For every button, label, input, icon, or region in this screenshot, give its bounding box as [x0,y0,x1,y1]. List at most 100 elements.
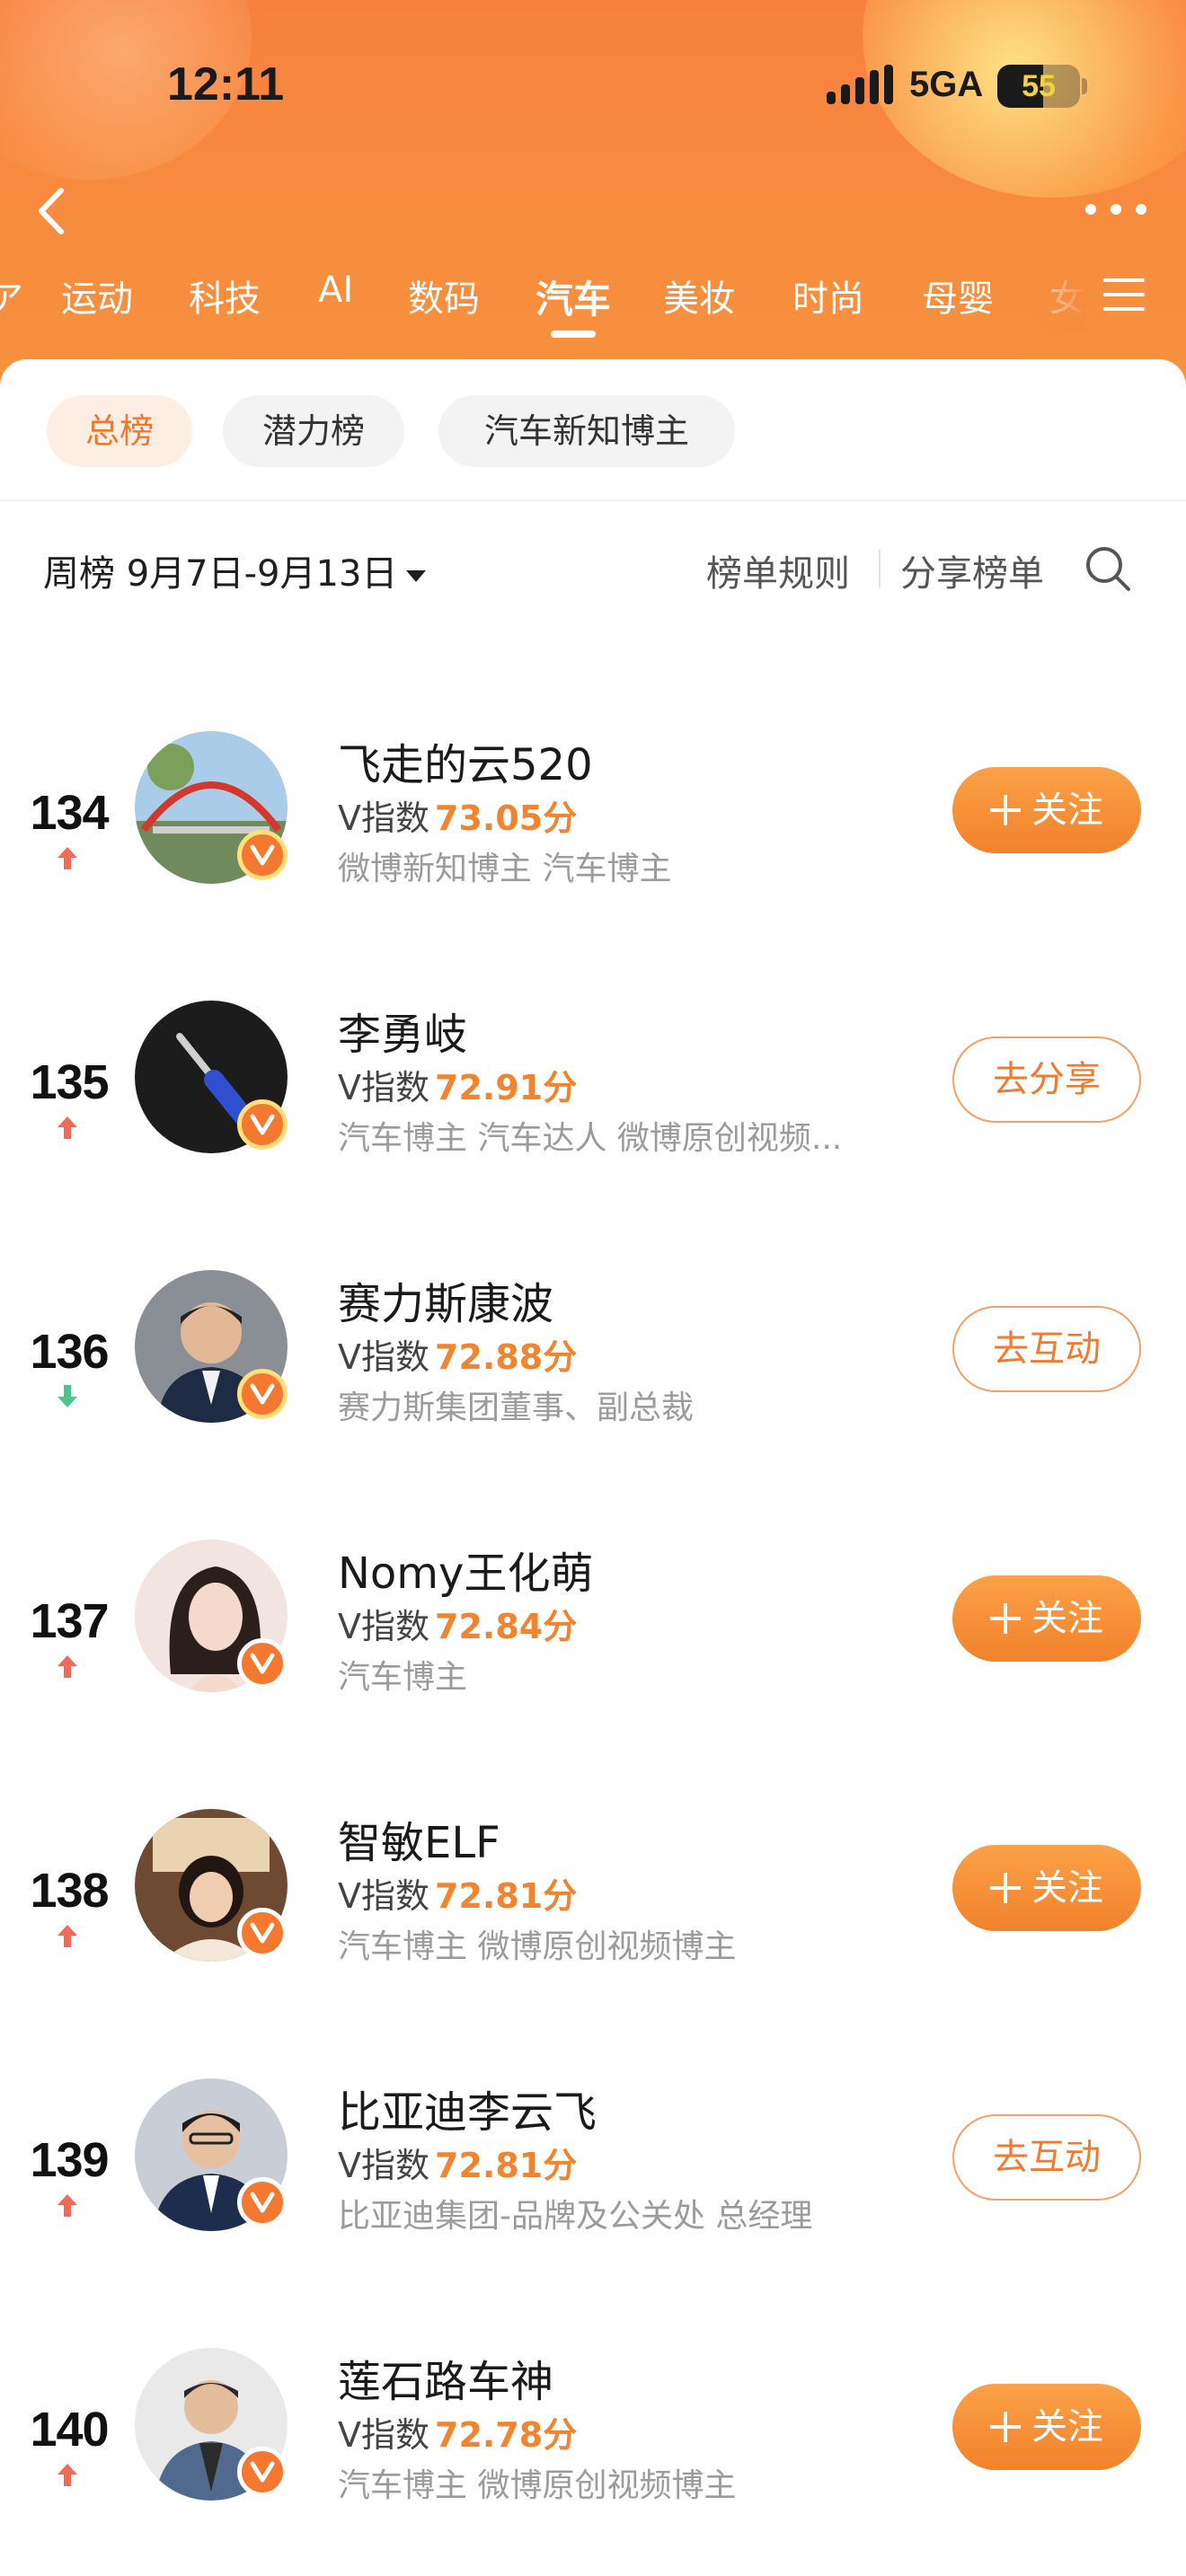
plus-icon [990,1603,1021,1634]
tab-beauty[interactable]: 美妆 [663,269,735,323]
divider [0,499,1186,501]
interact-button[interactable]: 去互动 [952,1306,1141,1392]
rank-number: 140 [30,2403,109,2457]
v-index-score: 72.81分 [435,2146,578,2185]
blogger-name[interactable]: 飞走的云520 [338,729,593,792]
share-button[interactable]: 去分享 [952,1037,1141,1123]
follow-button-label: 关注 [1031,790,1103,831]
network-label: 5GA [909,65,984,104]
verified-v-badge-icon [237,1369,288,1419]
tab-tech[interactable]: 科技 [189,269,261,323]
follow-button-label: 关注 [1031,2406,1103,2448]
blogger-tags: 汽车博主 汽车达人 微博原创视频... [338,1120,843,1157]
rules-link[interactable]: 榜单规则 [706,544,850,596]
plus-icon [990,1873,1021,1903]
ranking-row[interactable]: 140 莲石路车神 V指数 72.78分 汽车博主 微博原创视频博主 关注 [0,2348,1186,2527]
ranking-row[interactable]: 136 赛力斯康波 V指数 72.88分 赛力斯集团董事、副总裁 去互动 [0,1270,1186,1450]
period-label: 周榜 9月7日-9月13日 [43,553,398,595]
blogger-name[interactable]: 赛力斯康波 [338,1268,553,1331]
verified-v-badge-icon [237,1099,288,1150]
arrow-up-icon [58,1116,77,1139]
status-time: 12:11 [167,58,285,110]
verified-v-badge-icon [237,2177,288,2228]
hamburger-menu-icon[interactable] [1103,277,1145,313]
caret-down-icon [406,569,427,582]
divider [879,550,881,587]
ranking-row[interactable]: 139 比亚迪李云飞 V指数 72.81分 比亚迪集团-品牌及公关处 总经理 去互… [0,2078,1186,2258]
v-index-score: 72.84分 [435,1607,578,1646]
v-index-score: 72.81分 [435,1876,578,1916]
blogger-tags: 汽车博主 微博原创视频博主 [338,1928,737,1965]
v-index-label: V指数 [338,1068,429,1107]
arrow-up-icon [58,2194,77,2217]
verified-v-badge-icon [237,1638,288,1689]
blogger-name[interactable]: 智敏ELF [338,1807,500,1870]
blogger-tags: 赛力斯集团董事、副总裁 [338,1389,695,1426]
v-index: V指数 72.78分 [338,2407,577,2457]
tab-digital[interactable]: 数码 [408,269,480,323]
blogger-tags: 微博新知博主 汽车博主 [338,851,672,887]
more-dots-icon[interactable] [1084,199,1148,219]
verified-v-badge-icon [237,830,288,880]
v-index: V指数 72.81分 [338,1868,577,1918]
follow-button[interactable]: 关注 [952,767,1141,853]
v-index-score: 72.91分 [435,1068,578,1107]
verified-v-badge-icon [237,2447,288,2497]
arrow-up-icon [58,847,77,869]
follow-button[interactable]: 关注 [952,1575,1141,1662]
search-icon[interactable] [1084,544,1132,593]
tab-sports[interactable]: 运动 [61,269,133,323]
chip-potential[interactable]: 潜力榜 [223,395,404,467]
chevron-left-icon[interactable] [27,180,81,243]
follow-button-label: 关注 [1031,1598,1103,1639]
rank-number: 137 [30,1594,109,1648]
v-index-label: V指数 [338,1337,429,1377]
battery-cap [1082,78,1087,94]
tab-active-indicator [551,331,596,338]
tab-parenting[interactable]: 母婴 [922,269,994,323]
rank-number: 139 [30,2133,109,2187]
blogger-tags: 汽车博主 [338,1659,468,1696]
chip-auto-new-knowledge[interactable]: 汽车新知博主 [438,395,735,467]
follow-button-label: 关注 [1031,1867,1103,1909]
tab-fashion[interactable]: 时尚 [792,269,864,323]
tab-ai[interactable]: AI [318,269,353,323]
share-list-link[interactable]: 分享榜单 [900,544,1044,596]
rank-number: 135 [30,1055,109,1109]
v-index-label: V指数 [338,2146,429,2185]
arrow-up-icon [58,1655,77,1678]
period-selector[interactable]: 周榜 9月7日-9月13日 [43,544,427,596]
v-index-score: 72.78分 [435,2415,578,2455]
v-index-label: V指数 [338,1607,429,1646]
v-index: V指数 72.88分 [338,1329,577,1379]
plus-icon [990,2412,1021,2442]
follow-button[interactable]: 关注 [952,1845,1141,1931]
blogger-name[interactable]: 比亚迪李云飞 [338,2077,597,2139]
v-index: V指数 73.05分 [338,790,577,840]
tab-partial[interactable]: ア [0,269,23,323]
blogger-tags: 汽车博主 微博原创视频博主 [338,2467,737,2504]
blogger-name[interactable]: 莲石路车神 [338,2346,553,2409]
follow-button[interactable]: 关注 [952,2384,1141,2470]
rank-number: 138 [30,1864,109,1918]
plus-icon [990,795,1021,825]
blogger-name[interactable]: Nomy王化萌 [338,1538,593,1601]
chip-overall[interactable]: 总榜 [47,395,192,467]
ranking-row[interactable]: 134 飞走的云520 V指数 73.05分 微博新知博主 汽车博主 关注 [0,731,1186,911]
tab-auto[interactable]: 汽车 [535,269,611,323]
v-index-score: 72.88分 [435,1337,578,1377]
interact-button[interactable]: 去互动 [952,2114,1141,2201]
arrow-up-icon [58,1925,77,1947]
blogger-name[interactable]: 李勇岐 [338,999,467,1062]
arrow-up-icon [58,2464,77,2486]
v-index-score: 73.05分 [435,798,578,838]
ranking-row[interactable]: 137 Nomy王化萌 V指数 72.84分 汽车博主 关注 [0,1539,1186,1719]
v-index-label: V指数 [338,2415,429,2455]
v-index: V指数 72.81分 [338,2138,577,2187]
v-index-label: V指数 [338,798,429,838]
ranking-row[interactable]: 138 智敏ELF V指数 72.81分 汽车博主 微博原创视频博主 关注 [0,1809,1186,1989]
arrow-down-icon [58,1385,77,1407]
ranking-row[interactable]: 135 李勇岐 V指数 72.91分 汽车博主 汽车达人 微博原创视频... 去分… [0,1001,1186,1180]
tab-fade [1033,260,1087,332]
rank-number: 136 [30,1325,109,1379]
